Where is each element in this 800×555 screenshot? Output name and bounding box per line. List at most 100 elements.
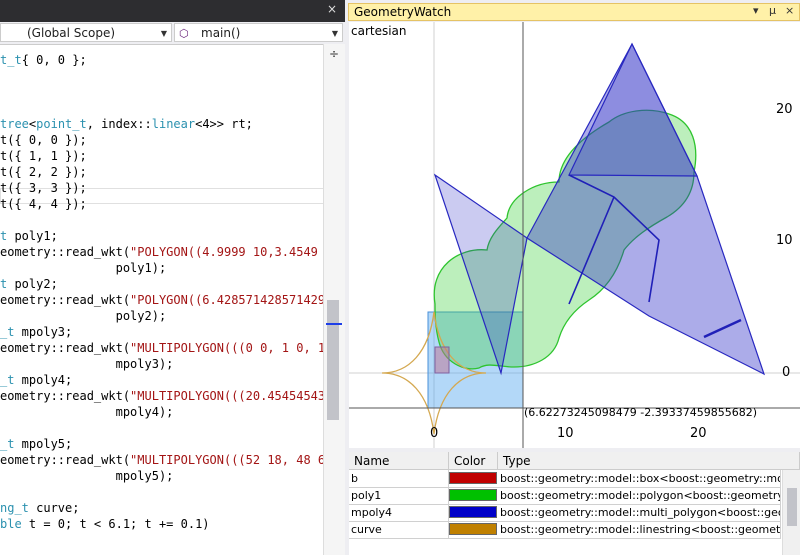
mpoly4-part3 [568, 42, 698, 177]
close-icon[interactable]: × [785, 4, 794, 17]
color-swatch[interactable] [449, 506, 497, 518]
scrollbar-thumb[interactable] [787, 488, 797, 526]
chevron-down-icon: ▼ [160, 29, 167, 38]
code-token: mpoly3); [0, 357, 174, 371]
table-row[interactable]: curve boost::geometry::model::linestring<… [349, 521, 781, 539]
code-line[interactable]: _t mpoly3; [0, 324, 72, 340]
code-token: t({ 3, 3 }); [0, 181, 87, 195]
table-row[interactable]: b boost::geometry::model::box<boost::geom… [349, 470, 781, 488]
window-title: GeometryWatch [354, 5, 452, 19]
code-token: _t [0, 373, 15, 387]
column-header-color[interactable]: Color [449, 452, 498, 470]
function-dropdown[interactable]: ⬡ main() ▼ [174, 23, 343, 42]
close-icon[interactable]: × [327, 2, 337, 16]
code-line[interactable]: t({ 0, 0 }); [0, 132, 87, 148]
code-line[interactable]: t({ 1, 1 }); [0, 148, 87, 164]
code-line[interactable]: mpoly3); [0, 356, 174, 372]
small-rect-shape [434, 346, 450, 374]
code-token: mpoly5); [0, 469, 174, 483]
scope-dropdown-value: (Global Scope) [27, 26, 116, 40]
code-line[interactable]: tree<point_t, index::linear<4>> rt; [0, 116, 253, 132]
dropdown-icon[interactable]: ▾ [753, 4, 759, 17]
code-line[interactable]: t({ 3, 3 }); [0, 180, 87, 196]
code-line[interactable]: t_t{ 0, 0 }; [0, 52, 87, 68]
navigation-bar: (Global Scope) ▼ ⬡ main() ▼ [0, 22, 345, 45]
code-line[interactable]: _t mpoly5; [0, 436, 72, 452]
code-line[interactable]: _t mpoly4; [0, 372, 72, 388]
code-line[interactable]: t({ 4, 4 }); [0, 196, 87, 212]
code-token: poly2); [0, 309, 167, 323]
code-token: linear [151, 117, 196, 131]
code-line[interactable]: poly2); [0, 308, 167, 324]
code-token: mpoly3; [14, 325, 73, 339]
code-line[interactable]: t poly1; [0, 228, 58, 244]
code-token: curve; [28, 501, 80, 515]
code-token: ble [0, 517, 22, 531]
watch-table: Name Color Type b boost::geometry::model:… [349, 452, 800, 555]
code-line[interactable]: t({ 2, 2 }); [0, 164, 87, 180]
code-line[interactable]: ng_t curve; [0, 500, 79, 516]
code-token: poly1); [0, 261, 167, 275]
scrollbar-position-marker [326, 323, 342, 325]
geometry-watch-window: GeometryWatch ▾ µ × cartesian (6.6227324… [345, 0, 800, 555]
color-swatch[interactable] [449, 523, 497, 535]
code-token: mpoly5; [14, 437, 73, 451]
code-line[interactable]: eometry::read_wkt("MULTIPOLYGON(((20.454… [0, 388, 332, 404]
code-token: "MULTIPOLYGON(((0 0, 1 0, 1 1 [130, 341, 340, 355]
row-type: boost::geometry::model::box<boost::geome… [500, 470, 781, 487]
geometry-plot-area[interactable]: cartesian (6.62273245098479 -2.393374598… [349, 22, 800, 448]
x-tick-label: 20 [690, 426, 707, 441]
split-window-icon[interactable]: ÷ [327, 47, 341, 61]
geometry-plot [349, 22, 800, 448]
geometry-watch-titlebar: GeometryWatch ▾ µ × [348, 3, 800, 21]
color-swatch[interactable] [449, 489, 497, 501]
code-line[interactable]: eometry::read_wkt("MULTIPOLYGON(((0 0, 1… [0, 340, 340, 356]
code-line[interactable]: eometry::read_wkt("MULTIPOLYGON(((52 18,… [0, 452, 340, 468]
code-token: eometry::read_wkt( [0, 245, 131, 259]
cursor-coordinate-readout: (6.62273245098479 -2.39337459855682) [524, 406, 757, 419]
code-line[interactable]: poly1); [0, 260, 167, 276]
code-token: { 0, 0 }; [21, 53, 87, 67]
code-line[interactable]: mpoly5); [0, 468, 174, 484]
row-type: boost::geometry::model::linestring<boost… [500, 521, 781, 538]
pin-icon[interactable]: µ [769, 4, 776, 17]
row-type: boost::geometry::model::polygon<boost::g… [500, 487, 781, 504]
row-name: mpoly4 [349, 504, 449, 521]
scope-dropdown[interactable]: (Global Scope) ▼ [0, 23, 172, 42]
code-token: eometry::read_wkt( [0, 453, 131, 467]
code-line[interactable]: ble t = 0; t < 6.1; t += 0.1) [0, 516, 210, 532]
code-token: eometry::read_wkt( [0, 293, 131, 307]
y-tick-label: 10 [776, 233, 793, 248]
code-token: "MULTIPOLYGON(((20.454545435 [130, 389, 333, 403]
table-scrollbar[interactable] [782, 470, 800, 555]
column-header-name[interactable]: Name [349, 452, 449, 470]
code-token: t = 0; t < 6.1; t += 0.1) [21, 517, 210, 531]
code-token: tree [0, 117, 29, 131]
y-tick-label: 0 [782, 365, 791, 380]
row-type: boost::geometry::model::multi_polygon<bo… [500, 504, 781, 521]
code-line[interactable]: t poly2; [0, 276, 58, 292]
color-swatch[interactable] [449, 472, 497, 484]
code-token: t({ 4, 4 }); [0, 197, 87, 211]
code-line[interactable]: mpoly4); [0, 404, 174, 420]
code-token: poly2; [7, 277, 58, 291]
row-name: curve [349, 521, 449, 538]
code-token: <4>> rt; [195, 117, 253, 131]
code-token: "MULTIPOLYGON(((52 18, 48 6, [130, 453, 340, 467]
code-token: mpoly4); [0, 405, 174, 419]
code-token: t({ 0, 0 }); [0, 133, 87, 147]
code-token: t_t [0, 53, 22, 67]
code-token: "POLYGON((4.9999 10,3.4549 9 [130, 245, 333, 259]
code-token: _t [0, 437, 15, 451]
scrollbar-thumb[interactable] [327, 300, 339, 420]
code-token: , index:: [86, 117, 152, 131]
code-token: eometry::read_wkt( [0, 341, 131, 355]
table-row[interactable]: mpoly4 boost::geometry::model::multi_poly… [349, 504, 781, 522]
code-line[interactable]: eometry::read_wkt("POLYGON((6.4285714285… [0, 292, 340, 308]
x-tick-label: 0 [430, 426, 439, 441]
table-row[interactable]: poly1 boost::geometry::model::polygon<boo… [349, 487, 781, 505]
column-header-type[interactable]: Type [498, 452, 800, 470]
code-editor[interactable]: × (Global Scope) ▼ ⬡ main() ▼ t_t{ 0, 0 … [0, 0, 345, 555]
code-token: _t [0, 325, 15, 339]
code-line[interactable]: eometry::read_wkt("POLYGON((4.9999 10,3.… [0, 244, 332, 260]
